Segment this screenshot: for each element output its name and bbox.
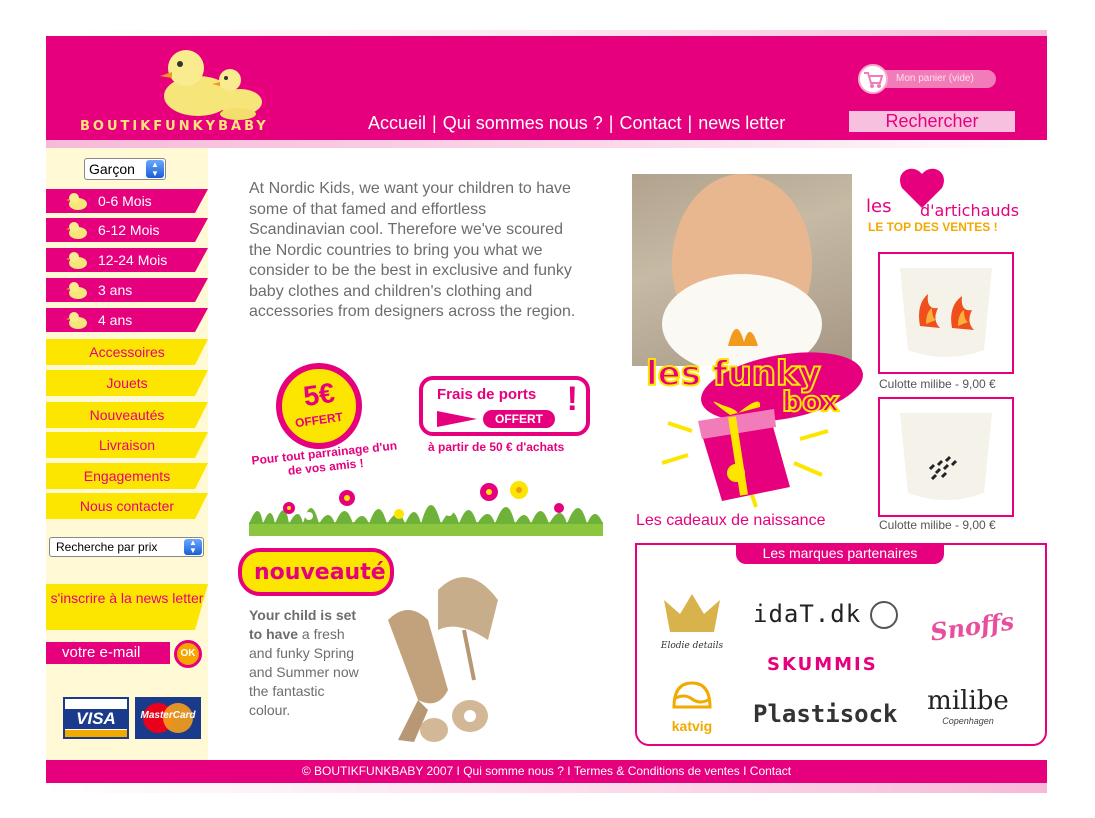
sidebar-item-nouveautes[interactable]: Nouveautés bbox=[46, 402, 208, 428]
nouveaute-label: nouveauté bbox=[254, 560, 386, 585]
nav-contact[interactable]: Contact bbox=[619, 113, 681, 134]
nav-newsletter[interactable]: news letter bbox=[698, 113, 785, 134]
duck-icon bbox=[66, 282, 87, 299]
free-shipping-badge[interactable]: Frais de ports ! OFFERT bbox=[419, 376, 590, 436]
flame-diaper-image bbox=[900, 268, 992, 357]
sidebar-item-label: 12-24 Mois bbox=[98, 252, 168, 268]
nav-qui-sommes-nous[interactable]: Qui sommes nous ? bbox=[443, 113, 603, 134]
sidebar-item-label: 4 ans bbox=[98, 312, 133, 328]
sidebar-item-accessoires[interactable]: Accessoires bbox=[46, 339, 208, 365]
nav-separator: | bbox=[608, 112, 614, 133]
funky-box-caption[interactable]: Les cadeaux de naissance bbox=[636, 512, 825, 530]
intro-text: At Nordic Kids, we want your children to… bbox=[249, 180, 576, 320]
brand-logo-text[interactable]: BOUTIKFUNKYBABY bbox=[80, 119, 350, 134]
duck-icon bbox=[66, 222, 87, 239]
brand-idat-logo[interactable]: idaT.dk bbox=[753, 600, 861, 628]
arrow-right-icon bbox=[437, 411, 477, 427]
brand-elodie-label: Elodie details bbox=[660, 641, 724, 651]
sidebar-item-0-6-mois[interactable]: 0-6 Mois bbox=[46, 189, 208, 213]
sidebar-item-label: 3 ans bbox=[98, 282, 133, 298]
sidebar-item-3-ans[interactable]: 3 ans bbox=[46, 278, 208, 302]
ok-button[interactable]: OK bbox=[174, 640, 202, 668]
sidebar-item-label: 0-6 Mois bbox=[98, 193, 152, 209]
funky-box-text-box: box bbox=[782, 385, 839, 418]
shopping-cart-icon bbox=[864, 72, 884, 88]
ants-diaper-image bbox=[900, 413, 992, 500]
cart-button[interactable]: Mon panier (vide) bbox=[858, 64, 996, 94]
duck-icon bbox=[66, 312, 87, 329]
sidebar-item-jouets[interactable]: Jouets bbox=[46, 370, 208, 396]
brand-katvig-label: katvig bbox=[671, 718, 713, 734]
gender-select[interactable]: Garçon ▲ ▼ bbox=[84, 158, 166, 180]
sidebar-item-12-24-mois[interactable]: 12-24 Mois bbox=[46, 248, 208, 272]
product-caption-1[interactable]: Culotte milibe - 9,00 € bbox=[879, 377, 996, 391]
brand-skummis-logo[interactable]: SKUMMIS bbox=[767, 654, 878, 675]
sidebar-item-nous-contacter[interactable]: Nous contacter bbox=[46, 493, 208, 519]
brand-katvig-logo[interactable]: katvig bbox=[664, 677, 720, 734]
brand-milibe-label: milibe bbox=[927, 686, 1009, 716]
visa-icon: VISA bbox=[63, 697, 129, 739]
shipping-caption: à partir de 50 € d'achats bbox=[428, 440, 565, 454]
sidebar-item-6-12-mois[interactable]: 6-12 Mois bbox=[46, 218, 208, 242]
funky-box-gift-image[interactable]: les funky box bbox=[632, 335, 867, 510]
partners-title: Les marques partenaires bbox=[736, 543, 944, 564]
nav-separator: | bbox=[687, 112, 693, 133]
top-sales-title: LE TOP DES VENTES ! bbox=[868, 220, 998, 234]
email-field[interactable]: votre e-mail bbox=[46, 642, 170, 664]
newsletter-signup-link[interactable]: s'inscrire à la news letter bbox=[46, 584, 208, 630]
brand-elodie-details-logo[interactable]: Elodie details bbox=[660, 592, 724, 654]
product-caption-2[interactable]: Culotte milibe - 9,00 € bbox=[879, 518, 996, 532]
select-arrows-icon: ▲ ▼ bbox=[146, 160, 164, 178]
product-card-1[interactable] bbox=[878, 252, 1014, 374]
sidebar-item-4-ans[interactable]: 4 ans bbox=[46, 308, 208, 332]
visa-label: VISA bbox=[65, 709, 127, 729]
mastercard-icon: MasterCard bbox=[135, 697, 201, 739]
heart-logo-word-les: les bbox=[866, 196, 891, 217]
footer-strip bbox=[46, 783, 1047, 793]
brand-plastisock-logo[interactable]: Plastisock bbox=[753, 700, 898, 728]
duck-icon bbox=[66, 252, 87, 269]
nav-accueil[interactable]: Accueil bbox=[368, 113, 426, 134]
sidebar-item-engagements[interactable]: Engagements bbox=[46, 463, 208, 489]
smiley-icon bbox=[870, 601, 898, 629]
nav-separator: | bbox=[432, 112, 437, 133]
page: BOUTIKFUNKYBABY Accueil | Qui sommes nou… bbox=[0, 0, 1095, 818]
header-bottom-strip bbox=[46, 140, 1047, 148]
search-button[interactable]: Rechercher bbox=[849, 111, 1015, 132]
duck-icon bbox=[66, 193, 87, 210]
cat-wave-icon bbox=[672, 681, 712, 709]
crown-icon bbox=[664, 594, 720, 632]
exclamation-icon: ! bbox=[566, 380, 578, 418]
cart-icon-circle bbox=[858, 64, 888, 94]
heart-logo-word-artichauds: d'artichauds bbox=[920, 201, 1019, 220]
duck-logo-icon[interactable] bbox=[158, 44, 268, 120]
gender-select-value: Garçon bbox=[89, 161, 135, 177]
cart-label: Mon panier (vide) bbox=[872, 70, 996, 88]
brand-milibe-logo[interactable]: milibe Copenhagen bbox=[924, 686, 1012, 726]
sidebar-item-label: 6-12 Mois bbox=[98, 222, 160, 238]
visa-gold-band bbox=[65, 730, 127, 737]
nouveaute-badge[interactable]: nouveauté bbox=[238, 548, 394, 596]
knit-hat-scarf-image[interactable] bbox=[378, 560, 498, 742]
nouveaute-description: Your child is set to have a fresh and fu… bbox=[249, 606, 365, 720]
price-filter-select[interactable]: Recherche par prix ▲ ▼ bbox=[49, 537, 204, 557]
select-arrows-icon: ▲ ▼ bbox=[184, 539, 202, 555]
product-card-2[interactable] bbox=[878, 397, 1014, 517]
mastercard-label: MasterCard bbox=[140, 710, 196, 721]
footer-links[interactable]: © BOUTIKFUNKBABY 2007 I Qui somme nous ?… bbox=[46, 760, 1047, 783]
shipping-offert-pill: OFFERT bbox=[483, 410, 555, 428]
main-nav: Accueil | Qui sommes nous ? | Contact | … bbox=[368, 112, 785, 134]
sidebar-item-livraison[interactable]: Livraison bbox=[46, 432, 208, 458]
flower-grass-illustration bbox=[249, 481, 603, 536]
price-select-value: Recherche par prix bbox=[56, 540, 158, 554]
referral-offer-badge[interactable]: 5€ OFFERT bbox=[276, 363, 362, 449]
shipping-title: Frais de ports bbox=[437, 386, 537, 403]
brand-milibe-sub: Copenhagen bbox=[942, 716, 994, 726]
